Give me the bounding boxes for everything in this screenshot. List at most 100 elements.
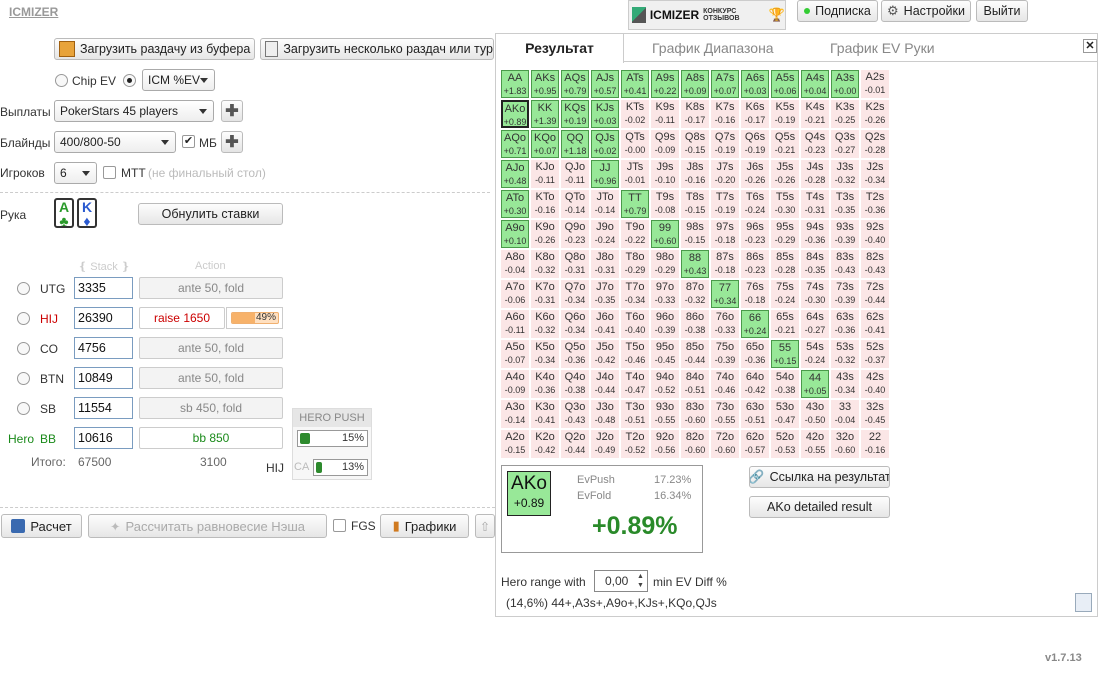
hand-cell[interactable]: A9o +0.10 — [501, 220, 529, 248]
hand-cell[interactable]: Q8s -0.15 — [681, 130, 709, 158]
hand-cell[interactable]: 85s -0.28 — [771, 250, 799, 278]
hand-cell[interactable]: 32s -0.45 — [861, 400, 889, 428]
hand-cell[interactable]: 54o -0.38 — [771, 370, 799, 398]
hand-cell[interactable]: 83o -0.60 — [681, 400, 709, 428]
hand-cell[interactable]: 75s -0.24 — [771, 280, 799, 308]
hand-cell[interactable]: 98o -0.29 — [651, 250, 679, 278]
subscription-button[interactable]: Подписка — [797, 0, 878, 22]
hand-cell[interactable]: AA +1.83 — [501, 70, 529, 98]
hand-cell[interactable]: 97s -0.18 — [711, 220, 739, 248]
hand-cell[interactable]: A8s +0.09 — [681, 70, 709, 98]
hero-push-slider[interactable]: 15% — [297, 430, 368, 447]
hand-cell[interactable]: 88 +0.43 — [681, 250, 709, 278]
hand-cell[interactable]: Q6o -0.34 — [561, 310, 589, 338]
stack-input[interactable]: 10616 — [74, 427, 133, 449]
nash-button[interactable]: ✦ Рассчитать равновесие Нэша — [88, 514, 327, 538]
hand-cell[interactable]: A3o -0.14 — [501, 400, 529, 428]
spinner-icon[interactable]: ▲ ▼ — [635, 572, 646, 590]
hand-cell[interactable]: 64s -0.27 — [801, 310, 829, 338]
hand-cell[interactable]: J8o -0.31 — [591, 250, 619, 278]
hand-cell[interactable]: T4s -0.31 — [801, 190, 829, 218]
hand-cell[interactable]: JTs -0.01 — [621, 160, 649, 188]
hand-cell[interactable]: A8o -0.04 — [501, 250, 529, 278]
hand-cell[interactable]: K3o -0.41 — [531, 400, 559, 428]
hand-cell[interactable]: KTo -0.16 — [531, 190, 559, 218]
hand-cell[interactable]: 65o -0.36 — [741, 340, 769, 368]
promo-banner[interactable]: ICMIZER КОНКУРС ОТЗЫВОВ 🏆 — [628, 0, 786, 30]
hand-cell[interactable]: K5s -0.19 — [771, 100, 799, 128]
hand-cell[interactable]: Q8o -0.31 — [561, 250, 589, 278]
hand-cell[interactable]: 87s -0.18 — [711, 250, 739, 278]
hand-cell[interactable]: A3s +0.00 — [831, 70, 859, 98]
hand-cell[interactable]: Q3o -0.43 — [561, 400, 589, 428]
load-hand-button[interactable]: Загрузить раздачу из буфера — [54, 38, 255, 60]
hand-cell[interactable]: J4o -0.44 — [591, 370, 619, 398]
hand-cell[interactable]: KJo -0.11 — [531, 160, 559, 188]
hand-cell[interactable]: 53o -0.47 — [771, 400, 799, 428]
hand-cell[interactable]: KQo +0.07 — [531, 130, 559, 158]
hand-cell[interactable]: QTs -0.00 — [621, 130, 649, 158]
reset-bets-button[interactable]: Обнулить ставки — [138, 203, 283, 225]
add-blinds-button[interactable]: ✚ — [221, 131, 243, 153]
hand-cell[interactable]: Q4s -0.23 — [801, 130, 829, 158]
hand-cell[interactable]: T8o -0.29 — [621, 250, 649, 278]
calc-button[interactable]: Расчет — [1, 514, 82, 538]
action-field[interactable]: ante 50, fold — [139, 277, 283, 299]
mtt-checkbox[interactable] — [103, 166, 116, 179]
hand-cell[interactable]: K6s -0.17 — [741, 100, 769, 128]
hand-cell[interactable]: A4o -0.09 — [501, 370, 529, 398]
hand-cell[interactable]: K7s -0.16 — [711, 100, 739, 128]
load-many-button[interactable]: Загрузить несколько раздач или тур — [260, 38, 494, 60]
detailed-result-button[interactable]: AKo detailed result — [749, 496, 890, 518]
app-logo[interactable]: ICMIZER — [9, 5, 58, 19]
hand-cell[interactable]: 95s -0.29 — [771, 220, 799, 248]
hand-cell[interactable]: A2o -0.15 — [501, 430, 529, 458]
hand-cell[interactable]: Q6s -0.19 — [741, 130, 769, 158]
hand-cell[interactable]: T5s -0.30 — [771, 190, 799, 218]
logout-button[interactable]: Выйти — [976, 0, 1028, 22]
hand-cell[interactable]: A7s +0.07 — [711, 70, 739, 98]
hand-cell[interactable]: J6s -0.26 — [741, 160, 769, 188]
hand-cell[interactable]: 62o -0.57 — [741, 430, 769, 458]
hand-cell[interactable]: 93s -0.39 — [831, 220, 859, 248]
hand-cell[interactable]: A2s -0.01 — [861, 70, 889, 98]
dealer-radio[interactable] — [17, 372, 30, 385]
hand-cell[interactable]: QTo -0.14 — [561, 190, 589, 218]
hand-cell[interactable]: AKs +0.95 — [531, 70, 559, 98]
hand-cell[interactable]: J9s -0.10 — [651, 160, 679, 188]
icm-ev-radio[interactable] — [123, 74, 136, 87]
hand-cell[interactable]: A4s +0.04 — [801, 70, 829, 98]
hand-cell[interactable]: 95o -0.45 — [651, 340, 679, 368]
hand-cell[interactable]: J3s -0.32 — [831, 160, 859, 188]
hand-cell[interactable]: 94s -0.36 — [801, 220, 829, 248]
hand-cell[interactable]: K8s -0.17 — [681, 100, 709, 128]
hand-cell[interactable]: AKo +0.89 — [501, 100, 529, 128]
dealer-radio[interactable] — [17, 402, 30, 415]
hand-cell[interactable]: 96o -0.39 — [651, 310, 679, 338]
blinds-select[interactable]: 400/800-50 — [54, 131, 176, 153]
hand-cell[interactable]: 87o -0.32 — [681, 280, 709, 308]
ca-slider[interactable]: 13% — [313, 459, 368, 476]
hand-cell[interactable]: 77 +0.34 — [711, 280, 739, 308]
hand-cell[interactable]: 82o -0.60 — [681, 430, 709, 458]
hand-cell[interactable]: 44 +0.05 — [801, 370, 829, 398]
hand-cell[interactable]: 92s -0.40 — [861, 220, 889, 248]
hand-cell[interactable]: AJo +0.48 — [501, 160, 529, 188]
hand-cell[interactable]: 75o -0.39 — [711, 340, 739, 368]
action-field[interactable]: ante 50, fold — [139, 367, 283, 389]
hand-cell[interactable]: Q7o -0.34 — [561, 280, 589, 308]
hand-cell[interactable]: 52s -0.37 — [861, 340, 889, 368]
close-icon[interactable]: ✕ — [1083, 39, 1097, 53]
hand-cell[interactable]: J5s -0.26 — [771, 160, 799, 188]
settings-button[interactable]: ⚙ Настройки — [881, 0, 971, 22]
hand-cell[interactable]: 32o -0.60 — [831, 430, 859, 458]
document-icon[interactable] — [1075, 593, 1092, 612]
hand-cell[interactable]: K7o -0.31 — [531, 280, 559, 308]
action-field[interactable]: sb 450, fold — [139, 397, 283, 419]
hand-cell[interactable]: 72o -0.60 — [711, 430, 739, 458]
hand-cell[interactable]: J7o -0.35 — [591, 280, 619, 308]
hand-cell[interactable]: T4o -0.47 — [621, 370, 649, 398]
hand-cell[interactable]: Q7s -0.19 — [711, 130, 739, 158]
hand-cell[interactable]: Q5o -0.36 — [561, 340, 589, 368]
hand-cell[interactable]: A5s +0.06 — [771, 70, 799, 98]
